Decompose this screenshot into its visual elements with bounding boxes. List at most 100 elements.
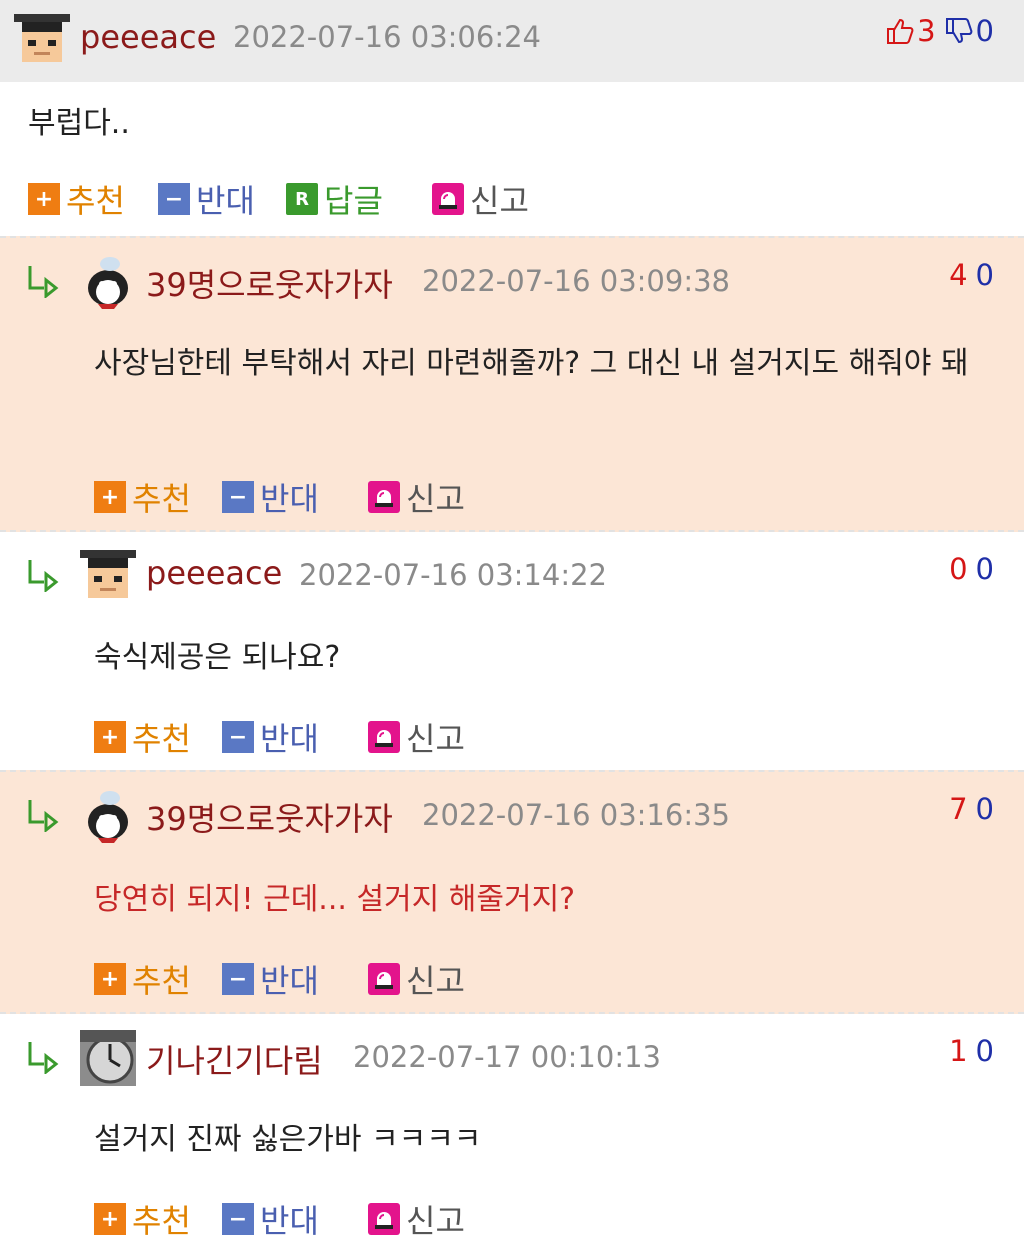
thumbs-up-icon <box>887 18 914 44</box>
oppose-button[interactable]: − 반대 <box>222 956 319 1002</box>
siren-icon <box>368 1203 400 1235</box>
reply-button[interactable]: R 답글 <box>286 176 383 222</box>
siren-icon <box>368 963 400 995</box>
report-button[interactable]: 신고 <box>368 1196 465 1242</box>
avatar[interactable] <box>80 1030 136 1086</box>
avatar[interactable] <box>80 548 136 604</box>
comment-body: 당연히 되지! 근데... 설거지 해줄거지? <box>94 882 576 917</box>
reply-arrow-icon <box>28 560 59 592</box>
r-badge-icon: R <box>286 183 318 215</box>
vote-counts: 10 <box>949 1034 994 1068</box>
plus-icon: + <box>94 1203 126 1235</box>
up-vote-count: 3 <box>917 14 936 48</box>
recommend-label: 추천 <box>132 962 191 1000</box>
report-label: 신고 <box>406 1202 465 1240</box>
oppose-label: 반대 <box>260 962 319 1000</box>
avatar[interactable] <box>80 254 136 310</box>
report-button[interactable]: 신고 <box>432 176 529 222</box>
plus-icon: + <box>94 963 126 995</box>
oppose-label: 반대 <box>196 182 255 220</box>
minus-icon: − <box>222 963 254 995</box>
reply-arrow-icon <box>28 800 59 832</box>
timestamp: 2022-07-16 03:09:38 <box>422 264 730 298</box>
up-vote-count: 7 <box>949 792 968 826</box>
timestamp: 2022-07-16 03:16:35 <box>422 798 730 832</box>
down-vote-count: 0 <box>975 1034 994 1068</box>
up-vote-count: 4 <box>949 258 968 292</box>
siren-icon <box>368 721 400 753</box>
avatar[interactable] <box>80 788 136 844</box>
recommend-button[interactable]: + 추천 <box>28 176 125 222</box>
minus-icon: − <box>158 183 190 215</box>
reply-comment: 39명으로웃자가자 2022-07-16 03:16:35 70 당연히 되지!… <box>0 770 1024 1014</box>
plus-icon: + <box>94 721 126 753</box>
comment-body: 숙식제공은 되나요? <box>94 640 341 675</box>
comment-body: 설거지 진짜 싫은가바 ㅋㅋㅋㅋ <box>94 1122 482 1157</box>
thumbs-down-icon <box>945 18 972 44</box>
vote-counts: 70 <box>949 792 994 826</box>
siren-icon <box>432 183 464 215</box>
report-label: 신고 <box>406 962 465 1000</box>
recommend-label: 추천 <box>132 720 191 758</box>
recommend-label: 추천 <box>132 1202 191 1240</box>
reply-comment: 기나긴기다림 2022-07-17 00:10:13 10 설거지 진짜 싫은가… <box>0 1012 1024 1254</box>
reply-label: 답글 <box>324 182 383 220</box>
comment-actions: + 추천 − 반대 신고 <box>94 474 514 518</box>
timestamp: 2022-07-16 03:14:22 <box>299 558 607 592</box>
oppose-button[interactable]: − 반대 <box>158 176 255 222</box>
vote-counts: 00 <box>949 552 994 586</box>
oppose-label: 반대 <box>260 720 319 758</box>
siren-icon <box>368 481 400 513</box>
vote-counts: 3 0 <box>885 14 994 48</box>
recommend-button[interactable]: + 추천 <box>94 956 191 1002</box>
report-button[interactable]: 신고 <box>368 956 465 1002</box>
report-label: 신고 <box>470 182 529 220</box>
nickname[interactable]: 39명으로웃자가자 <box>146 794 393 840</box>
nickname[interactable]: peeeace <box>146 554 282 592</box>
comment-body: 사장님한테 부탁해서 자리 마련해줄까? 그 대신 내 설거지도 해줘야 돼 <box>94 346 969 381</box>
oppose-label: 반대 <box>260 1202 319 1240</box>
reply-arrow-icon <box>28 1042 59 1074</box>
report-label: 신고 <box>406 720 465 758</box>
down-vote-count: 0 <box>975 14 994 48</box>
comment-actions: + 추천 − 반대 신고 <box>94 714 514 758</box>
reply-comment: peeeace 2022-07-16 03:14:22 00 숙식제공은 되나요… <box>0 530 1024 772</box>
plus-icon: + <box>28 183 60 215</box>
nickname[interactable]: 기나긴기다림 <box>146 1036 323 1082</box>
oppose-label: 반대 <box>260 480 319 518</box>
plus-icon: + <box>94 481 126 513</box>
comment-actions: + 추천 − 반대 신고 <box>94 1196 514 1240</box>
down-vote-count: 0 <box>975 258 994 292</box>
nickname[interactable]: 39명으로웃자가자 <box>146 260 393 306</box>
oppose-button[interactable]: − 반대 <box>222 474 319 520</box>
recommend-button[interactable]: + 추천 <box>94 714 191 760</box>
oppose-button[interactable]: − 반대 <box>222 714 319 760</box>
comment-header: peeeace 2022-07-16 03:06:24 3 0 <box>0 0 1024 82</box>
reply-arrow-icon <box>28 266 59 298</box>
timestamp: 2022-07-17 00:10:13 <box>353 1040 661 1074</box>
recommend-button[interactable]: + 추천 <box>94 474 191 520</box>
timestamp: 2022-07-16 03:06:24 <box>233 20 541 54</box>
reply-comment: 39명으로웃자가자 2022-07-16 03:09:38 40 사장님한테 부… <box>0 236 1024 532</box>
comment-body: 부럽다.. <box>28 106 130 141</box>
recommend-button[interactable]: + 추천 <box>94 1196 191 1242</box>
report-button[interactable]: 신고 <box>368 474 465 520</box>
down-vote-count: 0 <box>975 552 994 586</box>
minus-icon: − <box>222 1203 254 1235</box>
nickname[interactable]: peeeace <box>80 18 216 56</box>
report-button[interactable]: 신고 <box>368 714 465 760</box>
report-label: 신고 <box>406 480 465 518</box>
down-vote-count: 0 <box>975 792 994 826</box>
up-vote-count: 1 <box>949 1034 968 1068</box>
comment-actions: + 추천 − 반대 R 답글 신고 <box>28 176 628 220</box>
vote-counts: 40 <box>949 258 994 292</box>
comment: peeeace 2022-07-16 03:06:24 3 0 부럽다.. + … <box>0 0 1024 238</box>
oppose-button[interactable]: − 반대 <box>222 1196 319 1242</box>
recommend-label: 추천 <box>132 480 191 518</box>
minus-icon: − <box>222 481 254 513</box>
comment-actions: + 추천 − 반대 신고 <box>94 956 514 1000</box>
minus-icon: − <box>222 721 254 753</box>
recommend-label: 추천 <box>66 182 125 220</box>
up-vote-count: 0 <box>949 552 968 586</box>
avatar[interactable] <box>14 12 70 68</box>
